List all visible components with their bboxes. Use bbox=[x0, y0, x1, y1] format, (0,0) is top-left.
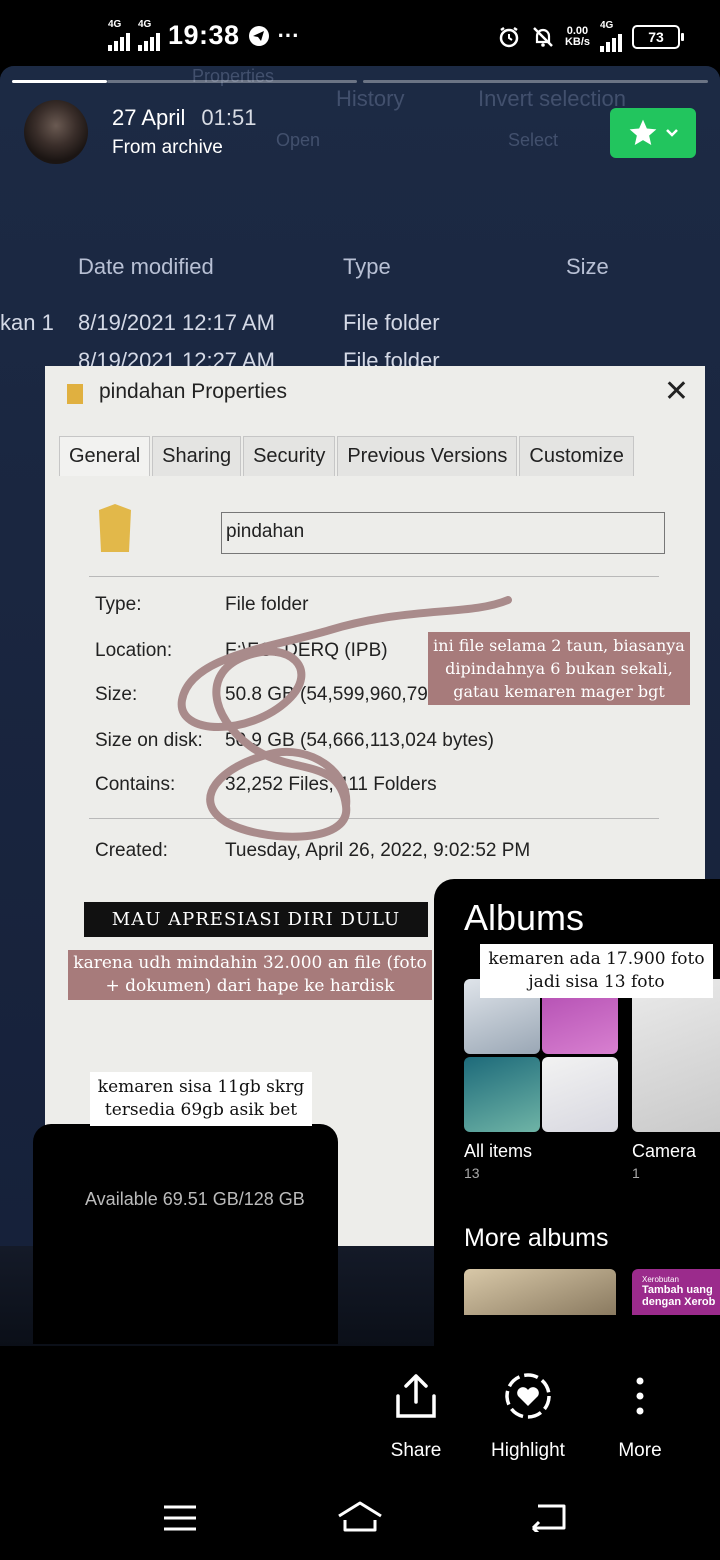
ghost-properties: Properties bbox=[192, 66, 275, 86]
dialog-title: pindahan Properties bbox=[99, 380, 287, 403]
back-icon[interactable] bbox=[530, 1502, 568, 1532]
created-label: Created: bbox=[95, 840, 168, 861]
row1-date: 8/19/2021 12:17 AM bbox=[78, 310, 275, 335]
ghost-open: Open bbox=[276, 130, 321, 150]
highlight-label: Highlight bbox=[491, 1440, 565, 1461]
albums-title: Albums bbox=[464, 897, 585, 938]
more-button[interactable]: More bbox=[580, 1368, 700, 1462]
highlight-icon bbox=[505, 1373, 551, 1419]
story-progress-3 bbox=[363, 80, 708, 83]
more-label: More bbox=[618, 1440, 662, 1461]
album-count-all-items: 13 bbox=[464, 1165, 480, 1181]
thumb-text-1: Xerobutan bbox=[642, 1275, 679, 1284]
story-viewer[interactable]: Properties History Invert selection Open… bbox=[0, 66, 720, 1346]
avatar[interactable] bbox=[24, 100, 88, 164]
thumb-text-2: Tambah uang bbox=[642, 1284, 713, 1296]
story-progress-1 bbox=[12, 80, 107, 83]
folder-icon bbox=[67, 384, 83, 404]
close-icon: ✕ bbox=[663, 375, 689, 408]
tab-security: Security bbox=[243, 436, 336, 476]
row1-name: kan 1 bbox=[0, 310, 54, 335]
album-thumb-camera bbox=[632, 979, 720, 1132]
thumb-text-3: dengan Xerob bbox=[642, 1296, 716, 1308]
note-storage: kemaren sisa 11gb skrg tersedia 69gb asi… bbox=[90, 1072, 312, 1126]
navigation-bar bbox=[0, 1476, 720, 1560]
alarm-icon bbox=[499, 26, 519, 48]
mute-icon bbox=[533, 27, 553, 47]
story-date: 27 April bbox=[112, 105, 186, 130]
column-type: Type bbox=[343, 254, 391, 279]
note-photos-count: kemaren ada 17.900 foto jadi sisa 13 fot… bbox=[480, 944, 713, 998]
action-bar: Share Highlight More bbox=[0, 1346, 720, 1476]
share-label: Share bbox=[390, 1440, 442, 1461]
more-album-thumb-2: Xerobutan Tambah uang dengan Xerob bbox=[632, 1269, 720, 1315]
signal-icon-2: 4G bbox=[138, 19, 160, 51]
signal-icon-3: 4G bbox=[600, 20, 622, 52]
album-name-all-items: All items bbox=[464, 1141, 533, 1161]
signal-icon: 4G bbox=[108, 19, 130, 51]
type-label: Type: bbox=[95, 594, 142, 615]
note-file-duration: ini file selama 2 taun, biasanya dipinda… bbox=[428, 632, 690, 705]
large-folder-icon bbox=[99, 504, 131, 552]
tab-customize: Customize bbox=[519, 436, 634, 476]
note-moved-files: karena udh mindahin 32.000 an file (foto… bbox=[68, 950, 432, 1000]
story-source: From archive bbox=[112, 137, 223, 158]
row1-type: File folder bbox=[343, 310, 440, 335]
ghost-history: History bbox=[336, 86, 405, 111]
telegram-icon bbox=[248, 25, 269, 46]
clock: 19:38 bbox=[168, 20, 240, 50]
note-appreciation: MAU APRESIASI DIRI DULU bbox=[84, 902, 428, 937]
star-button[interactable] bbox=[610, 108, 696, 158]
story-progress-2 bbox=[107, 80, 357, 83]
storage-available: Available 69.51 GB/128 GB bbox=[85, 1189, 305, 1209]
contains-label: Contains: bbox=[95, 774, 176, 795]
share-button[interactable]: Share bbox=[356, 1368, 476, 1462]
storage-sticker: Available 69.51 GB/128 GB bbox=[33, 1124, 338, 1344]
column-date-modified: Date modified bbox=[78, 254, 214, 279]
album-thumb-3 bbox=[464, 1057, 540, 1132]
size-label: Size: bbox=[95, 684, 138, 705]
more-notifications-icon: ··· bbox=[277, 22, 300, 48]
tab-previous-versions: Previous Versions bbox=[337, 436, 518, 476]
tab-general: General bbox=[59, 436, 151, 476]
recents-icon[interactable] bbox=[163, 1504, 197, 1532]
folder-name-field: pindahan bbox=[221, 512, 665, 554]
star-icon bbox=[629, 119, 657, 145]
story-time: 01:51 bbox=[201, 105, 257, 130]
share-icon bbox=[396, 1374, 436, 1418]
ghost-select: Select bbox=[508, 130, 559, 150]
column-size: Size bbox=[566, 254, 609, 279]
story-header: 27 April 01:51 From archive bbox=[24, 100, 256, 164]
tab-sharing: Sharing bbox=[152, 436, 242, 476]
status-bar: 4G 4G 19:38 ··· 0.00 KB/s 4G 73 bbox=[0, 0, 720, 70]
album-name-camera: Camera bbox=[632, 1141, 697, 1161]
ghost-invert-selection: Invert selection bbox=[478, 86, 626, 111]
album-thumb-4 bbox=[542, 1057, 618, 1132]
more-vertical-icon bbox=[636, 1377, 644, 1415]
chevron-down-icon bbox=[666, 129, 678, 137]
more-album-thumb-1 bbox=[464, 1269, 616, 1315]
battery-icon: 73 bbox=[632, 25, 684, 49]
highlight-button[interactable]: Highlight bbox=[468, 1368, 588, 1462]
dialog-tabs: General Sharing Security Previous Versio… bbox=[59, 436, 636, 476]
network-speed: 0.00 KB/s bbox=[564, 25, 590, 48]
more-albums-title: More albums bbox=[464, 1224, 609, 1252]
location-label: Location: bbox=[95, 640, 173, 661]
home-icon[interactable] bbox=[336, 1500, 384, 1534]
album-count-camera: 1 bbox=[632, 1165, 640, 1181]
